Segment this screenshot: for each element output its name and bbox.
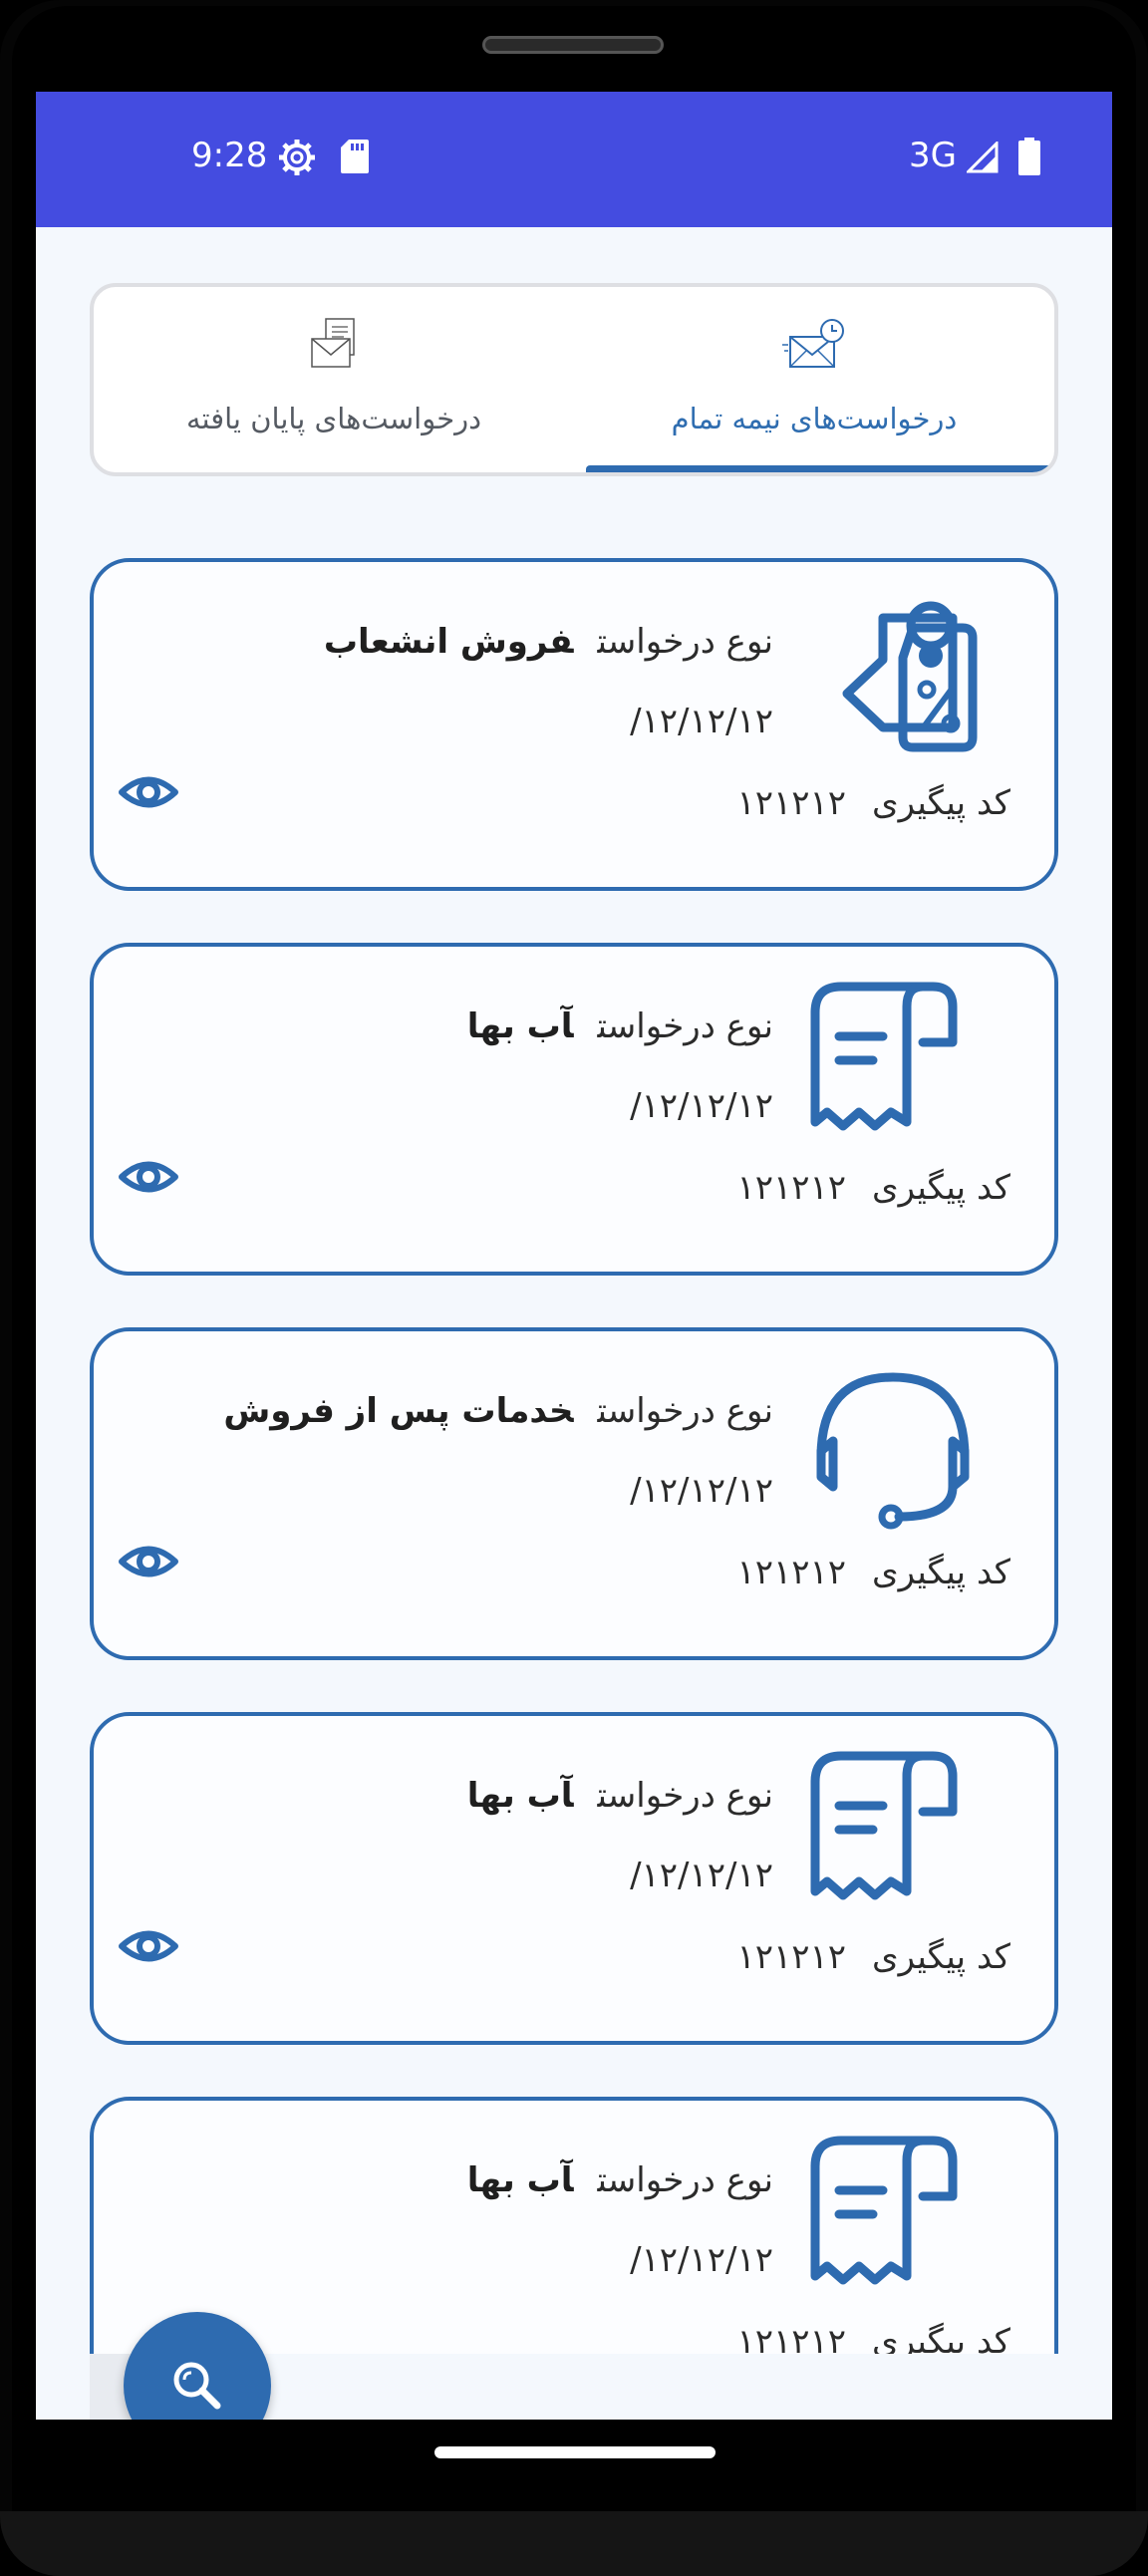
request-list[interactable]: نوع درخواست فروش انشعاب /۱۲/۱۲/۱۲ کد پیگی… bbox=[90, 558, 1058, 2354]
eye-icon[interactable] bbox=[118, 1915, 179, 1977]
receipt-icon bbox=[810, 1751, 958, 1900]
request-type-row: نوع درخواست خدمات پس از فروش bbox=[223, 1389, 773, 1433]
tracking-code-label: کد پیگیری bbox=[872, 783, 1010, 823]
status-time: 9:28 bbox=[191, 136, 268, 175]
tracking-code-label: کد پیگیری bbox=[872, 1168, 1010, 1208]
phone-frame: 9:28 3G bbox=[0, 0, 1148, 2576]
tracking-code-value: ۱۲۱۲۱۲ bbox=[736, 2322, 847, 2354]
request-card[interactable]: نوع درخواست آب بها /۱۲/۱۲/۱۲ کد پیگیری ۱۲۱… bbox=[90, 943, 1058, 1276]
tracking-code-value: ۱۲۱۲۱۲ bbox=[736, 783, 847, 823]
request-type-value: فروش انشعاب bbox=[323, 622, 574, 662]
status-bar: 9:28 3G bbox=[36, 92, 1112, 227]
tracking-code-row: کد پیگیری ۱۲۱۲۱۲ bbox=[736, 1551, 1010, 1594]
discount-tag-icon bbox=[842, 601, 978, 752]
envelope-document-icon bbox=[311, 318, 355, 368]
request-date: /۱۲/۱۲/۱۲ bbox=[630, 1086, 773, 1126]
request-tabs: درخواست‌های نیمه تمام درخواست‌های پایان … bbox=[90, 283, 1058, 476]
request-date: /۱۲/۱۲/۱۲ bbox=[630, 1856, 773, 1895]
phone-chin bbox=[0, 2511, 1148, 2576]
sd-card-icon bbox=[341, 140, 369, 173]
screen: 9:28 3G bbox=[36, 92, 1112, 2420]
tab-incomplete-requests[interactable]: درخواست‌های نیمه تمام bbox=[574, 287, 1054, 472]
tracking-code-value: ۱۲۱۲۱۲ bbox=[736, 1937, 847, 1977]
envelope-clock-icon bbox=[782, 319, 844, 368]
request-date: /۱۲/۱۲/۱۲ bbox=[630, 1471, 773, 1511]
selected-tab-indicator bbox=[586, 465, 1054, 472]
request-type-row: نوع درخواست فروش انشعاب bbox=[324, 620, 773, 664]
request-type-row: نوع درخواست آب بها bbox=[467, 2158, 773, 2202]
request-date: /۱۲/۱۲/۱۲ bbox=[630, 702, 773, 741]
request-type-value: آب بها bbox=[466, 1776, 574, 1816]
request-type-label: نوع درخواست bbox=[597, 1006, 773, 1046]
request-type-label: نوع درخواست bbox=[597, 2160, 773, 2200]
tab-completed-requests[interactable]: درخواست‌های پایان یافته bbox=[94, 287, 574, 472]
eye-icon[interactable] bbox=[118, 761, 179, 823]
request-type-row: نوع درخواست آب بها bbox=[467, 1774, 773, 1818]
signal-icon bbox=[967, 142, 999, 173]
network-type: 3G bbox=[909, 136, 957, 175]
tracking-code-value: ۱۲۱۲۱۲ bbox=[736, 1168, 847, 1208]
request-card[interactable]: نوع درخواست آب بها /۱۲/۱۲/۱۲ کد پیگیری ۱۲۱… bbox=[90, 2097, 1058, 2354]
tracking-code-label: کد پیگیری bbox=[872, 2322, 1010, 2354]
tracking-code-row: کد پیگیری ۱۲۱۲۱۲ bbox=[736, 2320, 1010, 2354]
request-type-value: آب بها bbox=[466, 1006, 574, 1046]
receipt-icon bbox=[810, 2136, 958, 2285]
earpiece-speaker bbox=[482, 36, 664, 54]
battery-icon bbox=[1018, 138, 1040, 175]
request-type-row: نوع درخواست آب بها bbox=[467, 1004, 773, 1048]
tracking-code-value: ۱۲۱۲۱۲ bbox=[736, 1553, 847, 1592]
request-type-label: نوع درخواست bbox=[597, 1391, 773, 1431]
eye-icon[interactable] bbox=[118, 1146, 179, 1208]
gear-icon bbox=[279, 140, 315, 175]
request-type-label: نوع درخواست bbox=[597, 622, 773, 662]
request-card[interactable]: نوع درخواست فروش انشعاب /۱۲/۱۲/۱۲ کد پیگی… bbox=[90, 558, 1058, 891]
request-card[interactable]: نوع درخواست آب بها /۱۲/۱۲/۱۲ کد پیگیری ۱۲۱… bbox=[90, 1712, 1058, 2045]
tab-incomplete-label: درخواست‌های نیمه تمام bbox=[671, 402, 958, 435]
request-type-label: نوع درخواست bbox=[597, 1776, 773, 1816]
eye-icon[interactable] bbox=[118, 1531, 179, 1592]
tracking-code-row: کد پیگیری ۱۲۱۲۱۲ bbox=[736, 1166, 1010, 1210]
request-type-value: آب بها bbox=[466, 2160, 574, 2200]
search-icon bbox=[173, 2362, 221, 2410]
tracking-code-row: کد پیگیری ۱۲۱۲۱۲ bbox=[736, 1935, 1010, 1979]
request-date: /۱۲/۱۲/۱۲ bbox=[630, 2240, 773, 2280]
headset-icon bbox=[816, 1372, 970, 1530]
tracking-code-label: کد پیگیری bbox=[872, 1553, 1010, 1592]
home-indicator[interactable] bbox=[434, 2446, 716, 2458]
tracking-code-row: کد پیگیری ۱۲۱۲۱۲ bbox=[736, 781, 1010, 825]
request-type-value: خدمات پس از فروش bbox=[223, 1391, 574, 1431]
tab-completed-label: درخواست‌های پایان یافته bbox=[185, 402, 482, 435]
request-card[interactable]: نوع درخواست خدمات پس از فروش /۱۲/۱۲/۱۲ کد… bbox=[90, 1327, 1058, 1660]
receipt-icon bbox=[810, 982, 958, 1131]
tracking-code-label: کد پیگیری bbox=[872, 1937, 1010, 1977]
